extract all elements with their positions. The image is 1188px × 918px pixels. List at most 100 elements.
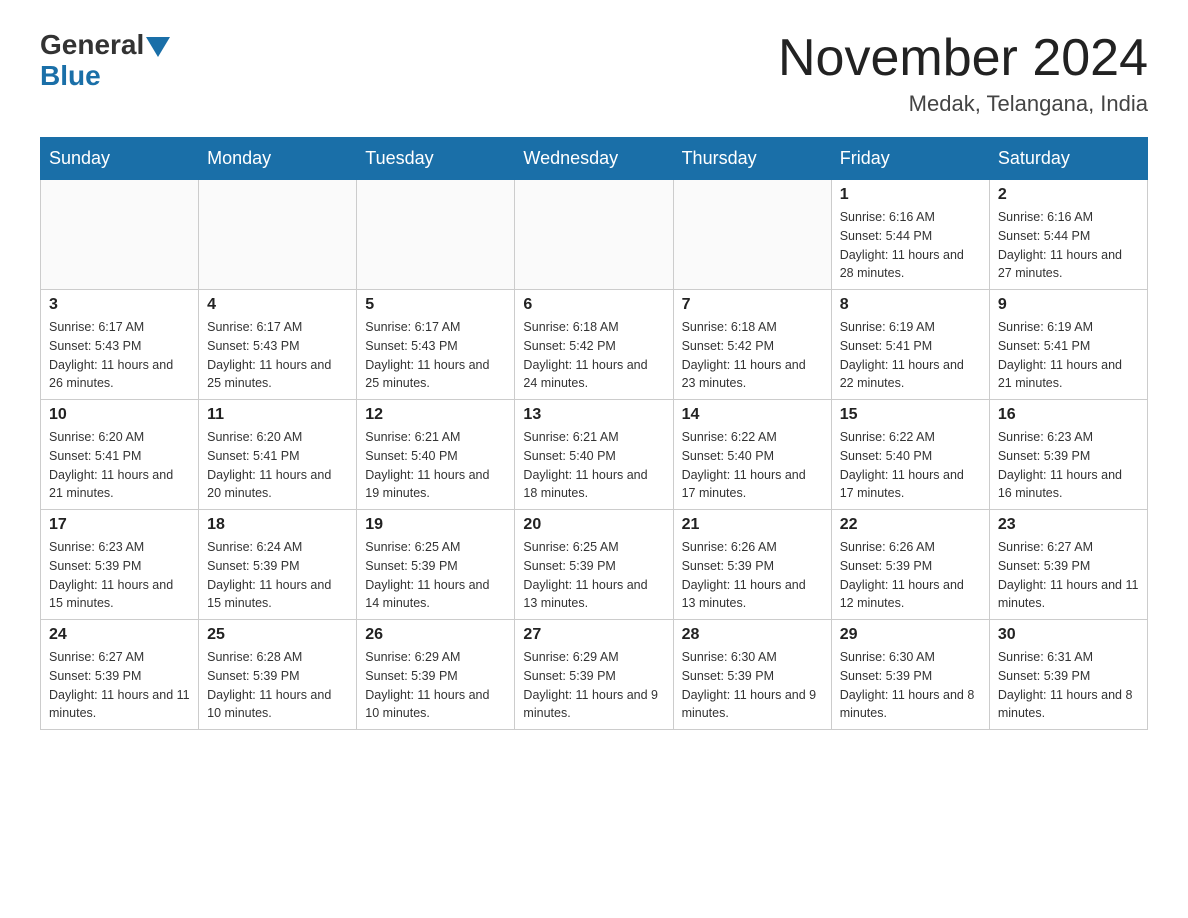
day-info: Sunrise: 6:29 AMSunset: 5:39 PMDaylight:…: [523, 648, 664, 723]
calendar-cell: 1 Sunrise: 6:16 AMSunset: 5:44 PMDaylight…: [831, 180, 989, 290]
calendar-cell: 12 Sunrise: 6:21 AMSunset: 5:40 PMDayligh…: [357, 400, 515, 510]
calendar-cell: 4 Sunrise: 6:17 AMSunset: 5:43 PMDaylight…: [199, 290, 357, 400]
day-number: 20: [523, 516, 664, 534]
day-number: 25: [207, 626, 348, 644]
calendar-cell: 25 Sunrise: 6:28 AMSunset: 5:39 PMDayligh…: [199, 620, 357, 730]
day-info: Sunrise: 6:28 AMSunset: 5:39 PMDaylight:…: [207, 648, 348, 723]
day-info: Sunrise: 6:20 AMSunset: 5:41 PMDaylight:…: [207, 428, 348, 503]
day-info: Sunrise: 6:17 AMSunset: 5:43 PMDaylight:…: [49, 318, 190, 393]
week-row-3: 10 Sunrise: 6:20 AMSunset: 5:41 PMDayligh…: [41, 400, 1148, 510]
day-info: Sunrise: 6:25 AMSunset: 5:39 PMDaylight:…: [523, 538, 664, 613]
day-number: 13: [523, 406, 664, 424]
day-info: Sunrise: 6:19 AMSunset: 5:41 PMDaylight:…: [840, 318, 981, 393]
calendar-cell: 21Sunrise: 6:26 AMSunset: 5:39 PMDayligh…: [673, 510, 831, 620]
day-info: Sunrise: 6:23 AMSunset: 5:39 PMDaylight:…: [998, 428, 1139, 503]
title-block: November 2024 Medak, Telangana, India: [778, 30, 1148, 117]
calendar-cell: 2 Sunrise: 6:16 AMSunset: 5:44 PMDaylight…: [989, 180, 1147, 290]
logo-top-line: General: [40, 30, 170, 61]
calendar-cell: [199, 180, 357, 290]
day-info: Sunrise: 6:17 AMSunset: 5:43 PMDaylight:…: [365, 318, 506, 393]
day-number: 6: [523, 296, 664, 314]
day-number: 1: [840, 186, 981, 204]
calendar-cell: [673, 180, 831, 290]
calendar-cell: 30 Sunrise: 6:31 AMSunset: 5:39 PMDayligh…: [989, 620, 1147, 730]
location-title: Medak, Telangana, India: [778, 91, 1148, 117]
day-info: Sunrise: 6:24 AMSunset: 5:39 PMDaylight:…: [207, 538, 348, 613]
calendar-cell: 24Sunrise: 6:27 AMSunset: 5:39 PMDayligh…: [41, 620, 199, 730]
day-info: Sunrise: 6:26 AMSunset: 5:39 PMDaylight:…: [840, 538, 981, 613]
calendar-cell: 27 Sunrise: 6:29 AMSunset: 5:39 PMDayligh…: [515, 620, 673, 730]
week-row-1: 1 Sunrise: 6:16 AMSunset: 5:44 PMDaylight…: [41, 180, 1148, 290]
day-number: 2: [998, 186, 1139, 204]
day-number: 4: [207, 296, 348, 314]
calendar-cell: 14 Sunrise: 6:22 AMSunset: 5:40 PMDayligh…: [673, 400, 831, 510]
calendar-cell: 6 Sunrise: 6:18 AMSunset: 5:42 PMDaylight…: [515, 290, 673, 400]
calendar-cell: 17Sunrise: 6:23 AMSunset: 5:39 PMDayligh…: [41, 510, 199, 620]
calendar-cell: [41, 180, 199, 290]
calendar-cell: 11 Sunrise: 6:20 AMSunset: 5:41 PMDayligh…: [199, 400, 357, 510]
calendar-cell: 9Sunrise: 6:19 AMSunset: 5:41 PMDaylight…: [989, 290, 1147, 400]
day-number: 12: [365, 406, 506, 424]
calendar-cell: 15 Sunrise: 6:22 AMSunset: 5:40 PMDayligh…: [831, 400, 989, 510]
calendar-cell: 20 Sunrise: 6:25 AMSunset: 5:39 PMDayligh…: [515, 510, 673, 620]
col-wednesday: Wednesday: [515, 138, 673, 180]
calendar-cell: 22Sunrise: 6:26 AMSunset: 5:39 PMDayligh…: [831, 510, 989, 620]
col-saturday: Saturday: [989, 138, 1147, 180]
day-info: Sunrise: 6:22 AMSunset: 5:40 PMDaylight:…: [840, 428, 981, 503]
calendar-cell: 5Sunrise: 6:17 AMSunset: 5:43 PMDaylight…: [357, 290, 515, 400]
logo-triangle-icon: [146, 37, 170, 57]
day-info: Sunrise: 6:27 AMSunset: 5:39 PMDaylight:…: [998, 538, 1139, 613]
page-header: General Blue November 2024 Medak, Telang…: [40, 30, 1148, 117]
day-info: Sunrise: 6:26 AMSunset: 5:39 PMDaylight:…: [682, 538, 823, 613]
day-info: Sunrise: 6:18 AMSunset: 5:42 PMDaylight:…: [523, 318, 664, 393]
calendar-cell: 26Sunrise: 6:29 AMSunset: 5:39 PMDayligh…: [357, 620, 515, 730]
day-number: 9: [998, 296, 1139, 314]
day-number: 7: [682, 296, 823, 314]
calendar-cell: [357, 180, 515, 290]
day-number: 19: [365, 516, 506, 534]
calendar-cell: 8 Sunrise: 6:19 AMSunset: 5:41 PMDaylight…: [831, 290, 989, 400]
day-number: 8: [840, 296, 981, 314]
day-info: Sunrise: 6:23 AMSunset: 5:39 PMDaylight:…: [49, 538, 190, 613]
logo-blue-text: Blue: [40, 61, 101, 92]
calendar-cell: 10 Sunrise: 6:20 AMSunset: 5:41 PMDayligh…: [41, 400, 199, 510]
day-number: 24: [49, 626, 190, 644]
col-thursday: Thursday: [673, 138, 831, 180]
day-number: 14: [682, 406, 823, 424]
day-info: Sunrise: 6:30 AMSunset: 5:39 PMDaylight:…: [682, 648, 823, 723]
day-number: 29: [840, 626, 981, 644]
calendar-cell: 18 Sunrise: 6:24 AMSunset: 5:39 PMDayligh…: [199, 510, 357, 620]
day-info: Sunrise: 6:29 AMSunset: 5:39 PMDaylight:…: [365, 648, 506, 723]
day-number: 15: [840, 406, 981, 424]
day-number: 18: [207, 516, 348, 534]
week-row-4: 17Sunrise: 6:23 AMSunset: 5:39 PMDayligh…: [41, 510, 1148, 620]
calendar-cell: 23 Sunrise: 6:27 AMSunset: 5:39 PMDayligh…: [989, 510, 1147, 620]
day-info: Sunrise: 6:16 AMSunset: 5:44 PMDaylight:…: [998, 208, 1139, 283]
day-number: 11: [207, 406, 348, 424]
calendar-cell: 19 Sunrise: 6:25 AMSunset: 5:39 PMDayligh…: [357, 510, 515, 620]
day-info: Sunrise: 6:21 AMSunset: 5:40 PMDaylight:…: [365, 428, 506, 503]
calendar-cell: 28 Sunrise: 6:30 AMSunset: 5:39 PMDayligh…: [673, 620, 831, 730]
day-number: 16: [998, 406, 1139, 424]
day-info: Sunrise: 6:17 AMSunset: 5:43 PMDaylight:…: [207, 318, 348, 393]
day-info: Sunrise: 6:31 AMSunset: 5:39 PMDaylight:…: [998, 648, 1139, 723]
calendar-cell: 16 Sunrise: 6:23 AMSunset: 5:39 PMDayligh…: [989, 400, 1147, 510]
day-number: 30: [998, 626, 1139, 644]
day-info: Sunrise: 6:20 AMSunset: 5:41 PMDaylight:…: [49, 428, 190, 503]
day-number: 27: [523, 626, 664, 644]
day-number: 10: [49, 406, 190, 424]
logo-general-text: General: [40, 30, 144, 61]
day-info: Sunrise: 6:22 AMSunset: 5:40 PMDaylight:…: [682, 428, 823, 503]
day-info: Sunrise: 6:16 AMSunset: 5:44 PMDaylight:…: [840, 208, 981, 283]
logo: General Blue: [40, 30, 170, 92]
calendar-cell: 13 Sunrise: 6:21 AMSunset: 5:40 PMDayligh…: [515, 400, 673, 510]
col-tuesday: Tuesday: [357, 138, 515, 180]
day-info: Sunrise: 6:25 AMSunset: 5:39 PMDaylight:…: [365, 538, 506, 613]
day-number: 28: [682, 626, 823, 644]
day-info: Sunrise: 6:30 AMSunset: 5:39 PMDaylight:…: [840, 648, 981, 723]
day-number: 23: [998, 516, 1139, 534]
calendar-cell: 3Sunrise: 6:17 AMSunset: 5:43 PMDaylight…: [41, 290, 199, 400]
calendar-table: Sunday Monday Tuesday Wednesday Thursday…: [40, 137, 1148, 730]
day-info: Sunrise: 6:21 AMSunset: 5:40 PMDaylight:…: [523, 428, 664, 503]
col-sunday: Sunday: [41, 138, 199, 180]
